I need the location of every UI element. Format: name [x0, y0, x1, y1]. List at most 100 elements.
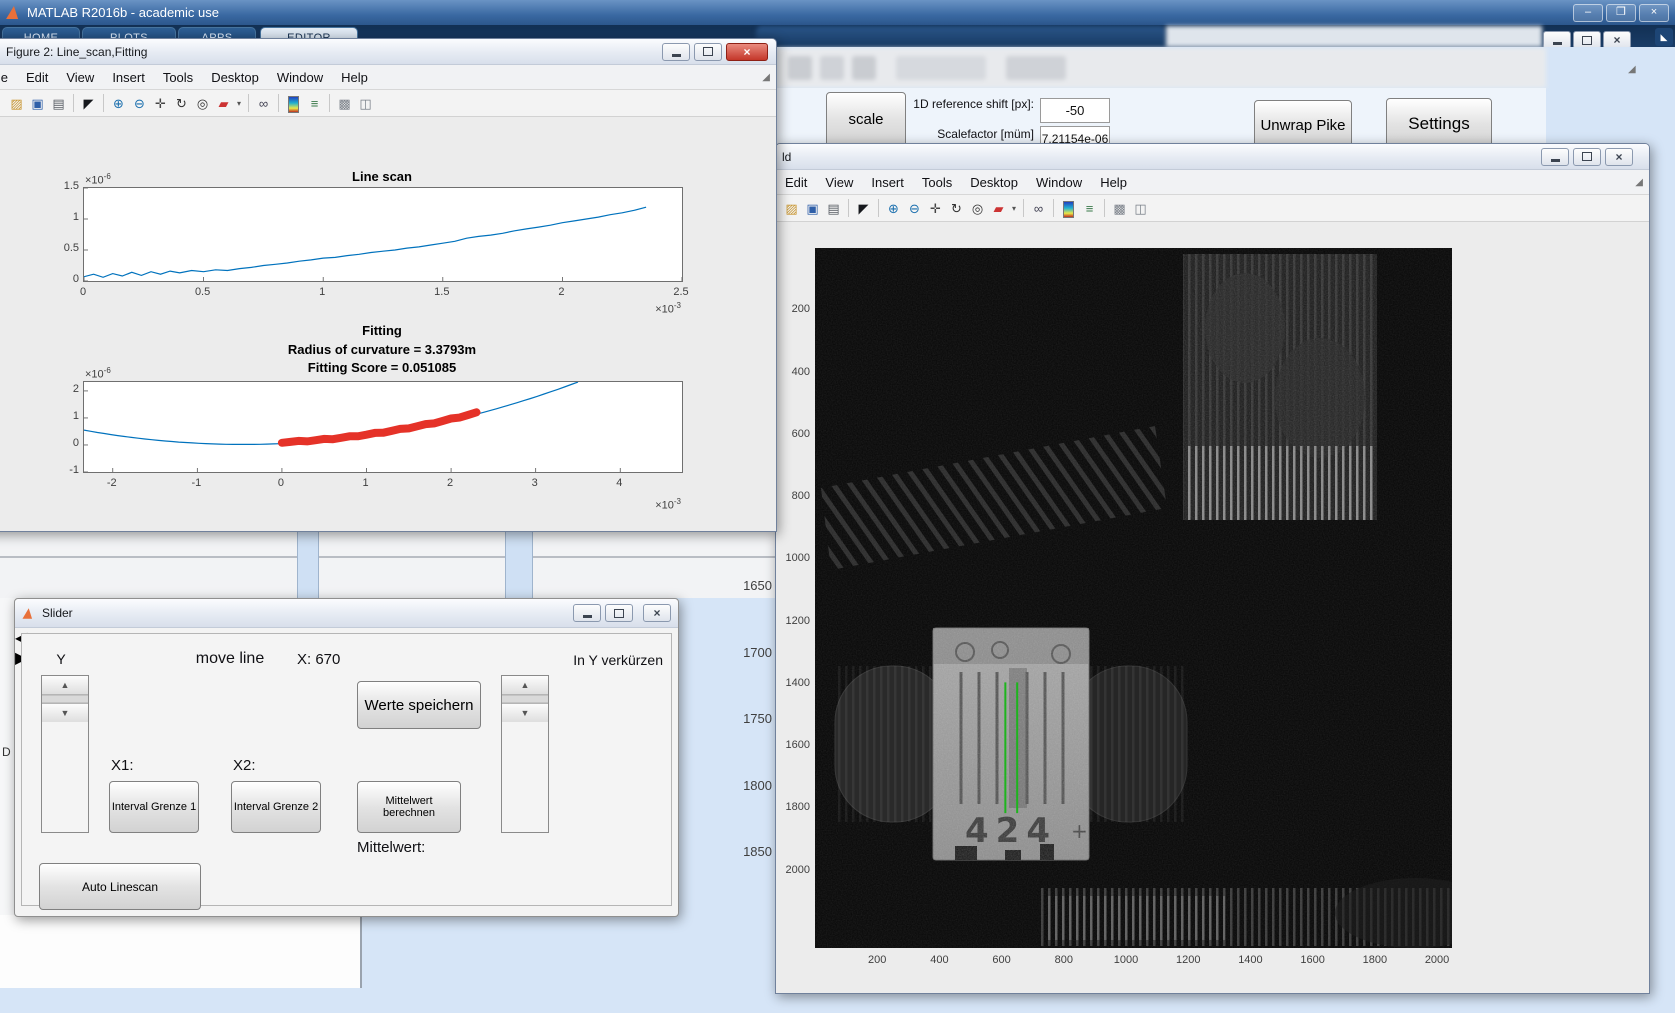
figure2-titlebar[interactable]: Figure 2: Line_scan,Fitting ×: [0, 39, 776, 65]
blurred-band: [1166, 26, 1542, 47]
hold-on-icon[interactable]: ▩: [1110, 199, 1129, 218]
save-icon[interactable]: ▣: [28, 94, 47, 113]
cursor-icon[interactable]: ◤: [79, 94, 98, 113]
x2-label: X2:: [233, 757, 256, 774]
menu-help[interactable]: Help: [1091, 173, 1136, 192]
insert-colorbar-icon[interactable]: [1059, 199, 1078, 218]
phase-image[interactable]: 424 +: [815, 248, 1452, 948]
menu-insert[interactable]: Insert: [103, 68, 154, 87]
insert-legend-icon[interactable]: ≡: [1080, 199, 1099, 218]
slider-down-arrow-icon[interactable]: ▼: [502, 703, 548, 722]
dock-arrow-icon[interactable]: ◢: [1628, 64, 1642, 78]
close-button[interactable]: ×: [726, 42, 768, 61]
axis-tick-label: 0: [79, 286, 87, 298]
brush-dropdown-icon[interactable]: ▾: [1010, 199, 1018, 218]
zoom-out-icon[interactable]: ⊖: [130, 94, 149, 113]
restore-button[interactable]: ❐: [1606, 3, 1636, 22]
hold-on-icon[interactable]: ▩: [335, 94, 354, 113]
menu-desktop[interactable]: Desktop: [961, 173, 1027, 192]
pan-icon[interactable]: ✛: [926, 199, 945, 218]
rotate3d-icon[interactable]: ↻: [172, 94, 191, 113]
auto-linescan-button[interactable]: Auto Linescan: [39, 863, 201, 910]
open-icon[interactable]: ▨: [782, 199, 801, 218]
fitting-plot[interactable]: [83, 381, 683, 473]
minimize-button[interactable]: [1541, 147, 1569, 166]
mean-label: Mittelwert:: [357, 839, 426, 856]
slider-titlebar[interactable]: Slider ×: [15, 599, 678, 628]
scale-button[interactable]: scale: [826, 92, 906, 147]
dock-arrow-icon[interactable]: ◢: [762, 72, 770, 83]
blurred-toolbar-band: [776, 48, 1546, 88]
axis-tick-label: -2: [106, 477, 117, 489]
close-button[interactable]: ×: [1639, 3, 1669, 22]
slider-up-arrow-icon[interactable]: ▲: [502, 676, 548, 695]
insert-legend-icon[interactable]: ≡: [305, 94, 324, 113]
menu-edit[interactable]: Edit: [776, 173, 816, 192]
zoom-in-icon[interactable]: ⊕: [884, 199, 903, 218]
save-icon[interactable]: ▣: [803, 199, 822, 218]
close-button[interactable]: ×: [643, 604, 671, 622]
axis-tick-label: 0: [277, 477, 284, 489]
menu-window[interactable]: Window: [1027, 173, 1091, 192]
close-button[interactable]: ×: [1605, 147, 1633, 166]
interval-limit1-button[interactable]: Interval Grenze 1: [109, 781, 199, 833]
interval-limit2-button[interactable]: Interval Grenze 2: [231, 781, 321, 833]
menu-window[interactable]: Window: [268, 68, 332, 87]
data-cursor-icon[interactable]: ◎: [193, 94, 212, 113]
minimize-button[interactable]: [573, 604, 601, 622]
minimize-button[interactable]: [662, 42, 690, 61]
link-plots-icon[interactable]: ∞: [1029, 199, 1048, 218]
axis-tick-label: 400: [791, 365, 810, 378]
figure-ld-titlebar[interactable]: ld ×: [776, 144, 1649, 170]
linescan-x-exponent: ×10-3: [655, 301, 681, 316]
dock-icon[interactable]: ◫: [356, 94, 375, 113]
zoom-out-icon[interactable]: ⊖: [905, 199, 924, 218]
cursor-icon[interactable]: ◤: [854, 199, 873, 218]
menu-tools[interactable]: Tools: [154, 68, 202, 87]
menu-help[interactable]: Help: [332, 68, 377, 87]
x-value-label: X: 670: [297, 651, 341, 668]
calc-mean-button[interactable]: Mittelwert berechnen: [357, 781, 461, 833]
open-icon[interactable]: ▨: [7, 94, 26, 113]
save-values-button[interactable]: Werte speichern: [357, 681, 481, 729]
restore-button[interactable]: [1573, 147, 1601, 166]
insert-colorbar-icon[interactable]: [284, 94, 303, 113]
slider-up-arrow-icon[interactable]: ▲: [42, 676, 88, 695]
link-plots-icon[interactable]: ∞: [254, 94, 273, 113]
slider-title: Slider: [42, 606, 73, 620]
restore-button[interactable]: [605, 604, 633, 622]
menu-tools[interactable]: Tools: [913, 173, 961, 192]
axis-tick-label: 3: [531, 477, 538, 489]
menu-file[interactable]: File: [0, 68, 17, 87]
menu-view[interactable]: View: [816, 173, 862, 192]
brush-icon[interactable]: ▰: [214, 94, 233, 113]
fitting-title: Fitting: [362, 323, 402, 338]
restore-button[interactable]: [694, 42, 722, 61]
brush-icon[interactable]: ▰: [989, 199, 1008, 218]
axis-tick-label: 2000: [785, 863, 810, 876]
brush-dropdown-icon[interactable]: ▾: [235, 94, 243, 113]
collapse-panel-icon[interactable]: ◣: [1655, 28, 1673, 46]
zoom-in-icon[interactable]: ⊕: [109, 94, 128, 113]
menu-desktop[interactable]: Desktop: [202, 68, 268, 87]
pan-icon[interactable]: ✛: [151, 94, 170, 113]
ref-shift-field[interactable]: -50: [1040, 98, 1110, 123]
print-icon[interactable]: ▤: [824, 199, 843, 218]
menu-edit[interactable]: Edit: [17, 68, 57, 87]
axis-tick-label: 1400: [1238, 954, 1263, 966]
y-slider[interactable]: ▲ ▼: [41, 675, 89, 833]
minimize-button[interactable]: –: [1573, 3, 1603, 22]
matlab-logo-icon: [22, 607, 34, 619]
dock-icon[interactable]: ◫: [1131, 199, 1150, 218]
linescan-plot[interactable]: [83, 187, 683, 282]
slider-down-arrow-icon[interactable]: ▼: [42, 703, 88, 722]
axis-tick-label: 600: [992, 954, 1011, 966]
data-cursor-icon[interactable]: ◎: [968, 199, 987, 218]
shorten-y-slider[interactable]: ▲ ▼: [501, 675, 549, 833]
rotate3d-icon[interactable]: ↻: [947, 199, 966, 218]
dock-arrow-icon[interactable]: ◢: [1635, 177, 1643, 188]
print-icon[interactable]: ▤: [49, 94, 68, 113]
fitting-subtitle-score: Fitting Score = 0.051085: [307, 360, 457, 375]
menu-insert[interactable]: Insert: [862, 173, 913, 192]
menu-view[interactable]: View: [57, 68, 103, 87]
